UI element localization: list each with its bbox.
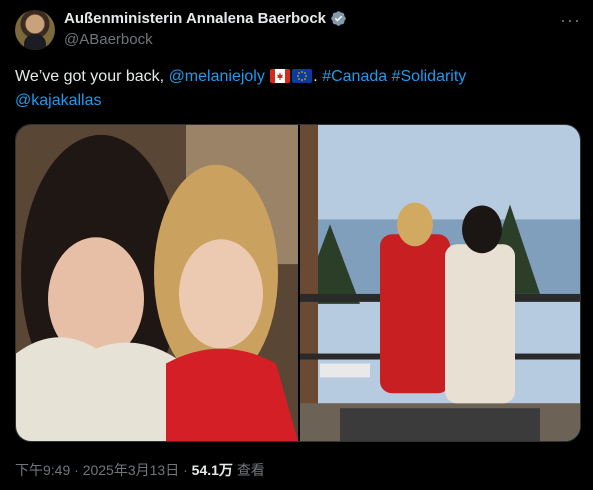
author-display-name[interactable]: Außenministerin Annalena Baerbock (64, 10, 326, 27)
more-options-icon[interactable]: ··· (560, 10, 581, 31)
tweet-text: We’ve got your back, @melaniejoly . #Can… (15, 65, 575, 113)
tweet-date[interactable]: 2025年3月13日 (83, 462, 180, 478)
meta-separator: · (179, 462, 192, 478)
eu-flag-icon (292, 69, 313, 83)
tweet-text-before: We’ve got your back, (15, 68, 169, 85)
tweet-time[interactable]: 下午9:49 (15, 462, 70, 478)
tweet-text-mid: . (313, 68, 323, 85)
canada-flag-icon (270, 69, 291, 83)
media-grid (15, 124, 581, 442)
balcony-photo[interactable] (300, 125, 580, 441)
mention-link[interactable]: @melaniejoly (169, 68, 265, 85)
view-count: 54.1万 (191, 462, 233, 478)
tweet-meta: 下午9:49 · 2025年3月13日 · 54.1万 查看 (15, 460, 265, 480)
tweet-card: Außenministerin Annalena Baerbock @ABaer… (0, 0, 593, 490)
mention-link[interactable]: @kajakallas (15, 92, 102, 109)
meta-separator: · (70, 462, 83, 478)
avatar[interactable] (15, 10, 55, 50)
author-name-row: Außenministerin Annalena Baerbock (64, 10, 347, 27)
hashtag-link[interactable]: #Solidarity (392, 68, 467, 85)
hashtag-link[interactable]: #Canada (322, 68, 387, 85)
views-label: 查看 (236, 462, 265, 478)
verified-badge-icon (331, 11, 346, 26)
selfie-photo[interactable] (16, 125, 298, 441)
author-handle[interactable]: @ABaerbock (64, 31, 153, 48)
